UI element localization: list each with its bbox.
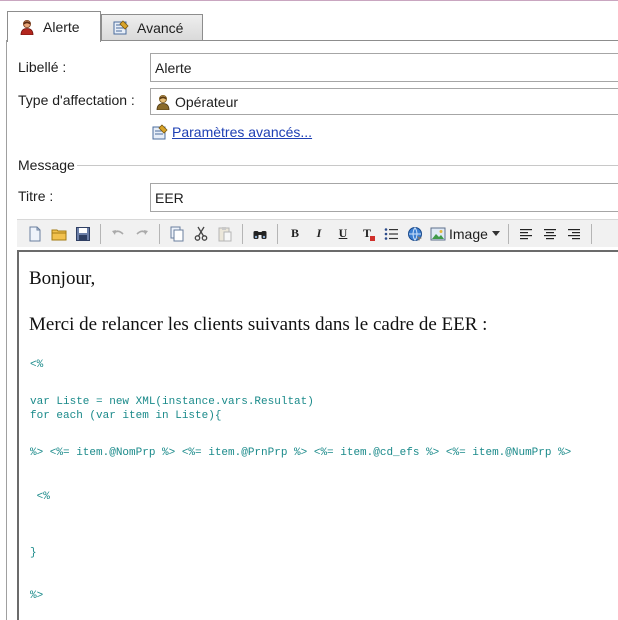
tab-avance-label: Avancé bbox=[137, 20, 184, 36]
toolbar-separator bbox=[507, 223, 509, 244]
clear-format-button[interactable]: T bbox=[355, 222, 379, 246]
advanced-settings-link[interactable]: Paramètres avancés... bbox=[152, 124, 312, 140]
toolbar-separator bbox=[159, 223, 160, 244]
cut-button[interactable] bbox=[189, 222, 213, 246]
toolbar-separator bbox=[590, 223, 592, 244]
italic-button[interactable]: I bbox=[307, 222, 331, 246]
underline-button[interactable]: U bbox=[331, 222, 355, 246]
message-editor[interactable]: Bonjour, Merci de relancer les clients s… bbox=[17, 250, 618, 620]
code-line: var Liste = new XML(instance.vars.Result… bbox=[30, 396, 314, 408]
copy-button[interactable] bbox=[165, 222, 189, 246]
open-folder-button[interactable] bbox=[47, 222, 71, 246]
chevron-down-icon bbox=[491, 231, 500, 236]
editor-toolbar: B I U T Image bbox=[17, 219, 618, 247]
toolbar-separator bbox=[100, 223, 101, 244]
titre-field[interactable]: EER bbox=[150, 183, 618, 212]
editor-body-text: Merci de relancer les clients suivants d… bbox=[29, 314, 488, 335]
save-button[interactable] bbox=[71, 222, 95, 246]
operator-icon bbox=[19, 19, 35, 36]
new-document-button[interactable] bbox=[23, 222, 47, 246]
image-icon bbox=[430, 227, 446, 240]
libelle-label: Libellé : bbox=[18, 59, 67, 75]
new-document-icon bbox=[29, 226, 41, 241]
titre-label: Titre : bbox=[18, 188, 54, 204]
bullet-list-icon bbox=[384, 227, 398, 240]
type-affectation-field[interactable]: Opérateur bbox=[150, 88, 618, 115]
redo-icon bbox=[136, 229, 148, 235]
message-section-title: Message bbox=[18, 157, 75, 173]
titre-value: EER bbox=[155, 189, 184, 206]
align-left-button[interactable] bbox=[514, 222, 538, 246]
bold-button[interactable]: B bbox=[283, 222, 307, 246]
advanced-settings-icon bbox=[113, 20, 129, 36]
code-line: for each (var item in Liste){ bbox=[30, 410, 222, 422]
code-line: <% bbox=[30, 359, 44, 371]
code-line: %> <%= item.@NomPrp %> <%= item.@PrnPrp … bbox=[30, 447, 572, 459]
align-center-icon bbox=[543, 228, 556, 239]
advanced-settings-link-label[interactable]: Paramètres avancés... bbox=[172, 124, 312, 140]
libelle-value: Alerte bbox=[155, 59, 192, 76]
paste-button[interactable] bbox=[213, 222, 237, 246]
editor-greeting: Bonjour, bbox=[29, 268, 96, 289]
binoculars-icon bbox=[253, 230, 267, 239]
type-affectation-label: Type d'affectation : bbox=[18, 92, 135, 108]
copy-icon bbox=[170, 226, 184, 241]
advanced-settings-icon bbox=[152, 124, 168, 140]
toolbar-separator bbox=[277, 223, 278, 244]
save-icon bbox=[76, 226, 90, 241]
tab-alerte-label: Alerte bbox=[43, 19, 80, 35]
tab-alerte[interactable]: Alerte bbox=[7, 11, 101, 42]
message-section-divider bbox=[77, 165, 618, 166]
insert-image-button[interactable]: Image bbox=[427, 222, 503, 246]
undo-button[interactable] bbox=[106, 222, 130, 246]
align-right-icon bbox=[567, 228, 580, 239]
insert-link-button[interactable] bbox=[403, 222, 427, 246]
code-line: %> bbox=[30, 590, 44, 602]
redo-button[interactable] bbox=[130, 222, 154, 246]
panel-left-border bbox=[6, 40, 7, 620]
folder-icon bbox=[51, 229, 67, 240]
code-line: <% bbox=[30, 491, 50, 503]
find-button[interactable] bbox=[248, 222, 272, 246]
paste-icon bbox=[218, 226, 232, 241]
type-affectation-value: Opérateur bbox=[175, 93, 239, 110]
globe-link-icon bbox=[408, 226, 422, 241]
scissors-icon bbox=[194, 226, 208, 241]
tab-avance[interactable]: Avancé bbox=[101, 14, 203, 41]
align-center-button[interactable] bbox=[538, 222, 562, 246]
bullet-list-button[interactable] bbox=[379, 222, 403, 246]
clear-format-icon bbox=[370, 235, 375, 241]
insert-image-label: Image bbox=[449, 225, 488, 242]
libelle-field[interactable]: Alerte bbox=[150, 53, 618, 82]
align-right-button[interactable] bbox=[562, 222, 586, 246]
operator-icon bbox=[155, 94, 171, 110]
toolbar-separator bbox=[242, 223, 243, 244]
window-top-border bbox=[0, 0, 618, 1]
align-left-icon bbox=[519, 228, 532, 239]
undo-icon bbox=[112, 229, 124, 235]
code-line: } bbox=[30, 547, 37, 559]
